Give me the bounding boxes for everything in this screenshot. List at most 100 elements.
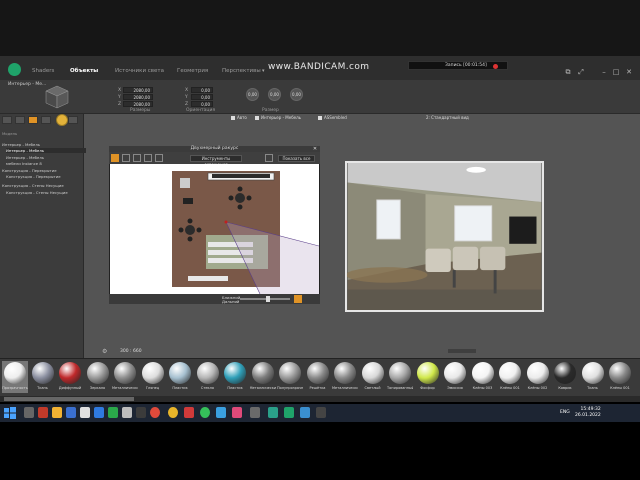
depth-slider-track[interactable] [240,298,290,300]
material-swatch[interactable]: Ткань [30,361,56,393]
material-swatch[interactable]: Эмиссия [442,361,468,393]
windows-start-icon[interactable] [4,407,16,419]
taskbar-whatsapp-icon[interactable] [200,407,210,418]
tree-tool-5[interactable] [68,116,78,124]
tree-tool-1[interactable] [2,116,12,124]
rot-x-field[interactable]: 0,00 [191,87,213,93]
material-swatch[interactable]: Клёны 001 [497,361,523,393]
taskbar-app-icon-6[interactable] [136,407,146,418]
maximize-icon[interactable]: □ [612,68,620,76]
auto-checkbox[interactable] [231,116,235,120]
tree-item-instance[interactable]: мебели Instance 8 [6,161,42,166]
tree-item-floor-1[interactable]: Конструкция - Перекрытие [2,168,57,173]
tab-objects[interactable]: Объекты [70,68,98,74]
scale-x-dial[interactable]: 0,00 [246,88,259,101]
materials-scroll-thumb[interactable] [4,397,134,401]
material-swatch[interactable]: Клёны 003 [470,361,496,393]
interior-checkbox[interactable] [255,116,259,120]
taskbar-app-icon-1[interactable] [38,407,48,418]
material-swatch[interactable]: Глянец [140,361,166,393]
rot-z-field[interactable]: 0,00 [191,101,213,107]
material-swatch[interactable]: Решётка [305,361,331,393]
taskbar-yandex-icon[interactable] [150,407,160,418]
size-y-field[interactable]: 2080,00 [123,94,153,100]
taskbar-word-icon[interactable] [66,407,76,418]
plan-tool-circle-icon[interactable] [133,154,141,162]
material-swatch[interactable]: Тонированный [387,361,413,393]
settings-gear-icon[interactable]: ⚙ [102,348,107,355]
plan-tool-box-icon[interactable] [122,154,130,162]
close-icon[interactable]: ✕ [625,68,633,76]
render-preview[interactable] [345,161,544,312]
materials-scrollbar[interactable] [0,396,640,402]
language-indicator[interactable]: ENG [560,410,570,415]
viewport-area[interactable] [0,114,640,358]
tab-shaders[interactable]: Shaders [32,68,54,74]
material-swatch[interactable]: Коврик [552,361,578,393]
tabs-dropdown-icon[interactable]: ▾ [262,68,265,74]
plan-tool-select-icon[interactable] [111,154,119,162]
taskbar-chrome-icon[interactable] [168,407,178,418]
lighting-tools-button[interactable]: Инструменты освещения [190,155,242,167]
assembly-checkbox[interactable] [318,116,322,120]
record-dot-icon[interactable] [493,64,498,69]
rot-y-field[interactable]: 0,00 [191,94,213,100]
tab-perspectives[interactable]: Перспективы [222,68,261,74]
taskbar-app-icon-5[interactable] [122,407,132,418]
depth-slider-handle[interactable] [266,296,270,302]
floor-plan-canvas[interactable] [110,164,319,294]
taskbar-app-icon-11[interactable] [300,407,310,418]
plan-tool-light-icon[interactable] [144,154,152,162]
material-swatch[interactable]: Светлый [360,361,386,393]
camera-selector[interactable]: 2: Стандартный вид [426,115,469,120]
taskbar-3ds-icon[interactable] [268,407,278,418]
taskbar-app-icon-4[interactable] [108,407,118,418]
tree-tool-4[interactable] [41,116,51,124]
system-clock[interactable]: 15:49:32 26.01.2022 [575,407,601,418]
tree-item-interior-2[interactable]: Интерьер - Мебель [6,148,86,153]
taskbar-app-icon-3[interactable] [94,407,104,418]
plan-tool-camera-icon[interactable] [265,154,273,162]
timeline-slider[interactable] [448,349,476,353]
tree-item-walls-2[interactable]: Конструкция - Стены Несущие [6,190,68,195]
taskbar-keyshot-icon[interactable] [284,407,294,418]
layout-icon[interactable]: ⧉ [564,68,572,76]
scale-y-dial[interactable]: 0,00 [268,88,281,101]
tree-item-interior-3[interactable]: Интерьер - Мебель [6,155,44,160]
material-swatch[interactable]: Прозрачность [2,361,28,393]
tree-item-walls-1[interactable]: Конструкция - Стены Несущие [2,183,64,188]
material-swatch[interactable]: Металлический [332,361,358,393]
tab-lights[interactable]: Источники света [115,68,164,74]
tree-item-interior-1[interactable]: Интерьер - Мебель [2,142,40,147]
camera-marker-icon[interactable] [224,220,228,224]
taskbar-app-icon-8[interactable] [216,407,226,418]
material-swatch[interactable]: Металлический [112,361,138,393]
material-swatch[interactable]: Пластик [222,361,248,393]
plan-tool-drop-icon[interactable] [155,154,163,162]
material-swatch[interactable]: Полупрозрачный [277,361,303,393]
material-swatch[interactable]: Фосфор [415,361,441,393]
taskbar-explorer-icon[interactable] [24,407,34,418]
size-z-field[interactable]: 2080,00 [123,101,153,107]
show-all-button[interactable]: Показать все [278,155,315,162]
size-x-field[interactable]: 2080,00 [123,87,153,93]
material-swatch[interactable]: Металлический [250,361,276,393]
material-swatch[interactable]: Диффузный [57,361,83,393]
taskbar-app-icon-7[interactable] [184,407,194,418]
tree-tool-3[interactable] [28,116,38,124]
taskbar-app-icon-2[interactable] [80,407,90,418]
material-swatch[interactable]: Клёны 002 [525,361,551,393]
taskbar-app-icon-10[interactable] [250,407,260,418]
minimize-icon[interactable]: – [600,68,608,76]
tab-geometry[interactable]: Геометрия [177,68,208,74]
scale-z-dial[interactable]: 0,00 [290,88,303,101]
material-swatch[interactable]: Пластик [167,361,193,393]
tree-tool-2[interactable] [15,116,25,124]
material-swatch[interactable]: Клёны 001 [607,361,633,393]
tree-item-floor-2[interactable]: Конструкция - Перекрытие [6,174,61,179]
app-logo-icon[interactable] [8,63,21,76]
taskbar-app-icon-12[interactable] [316,407,326,418]
material-swatch[interactable]: Стекло [195,361,221,393]
material-swatch[interactable]: Ткань [580,361,606,393]
fullscreen-icon[interactable]: ⤢ [577,68,585,76]
